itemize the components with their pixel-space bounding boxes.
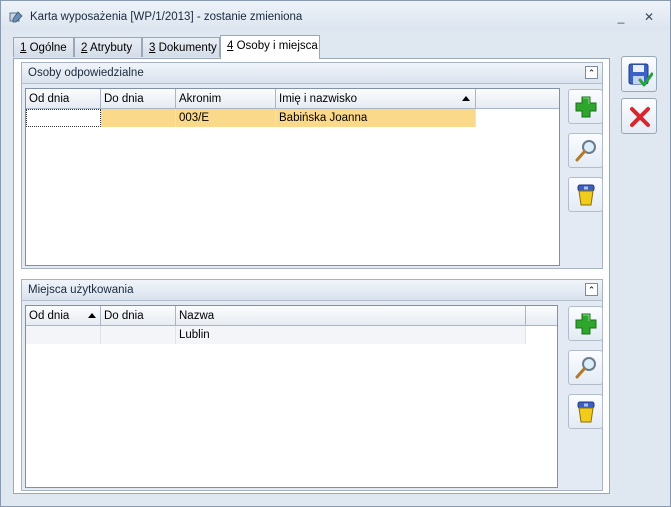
cancel-icon	[630, 107, 650, 127]
magnifier-icon	[575, 140, 596, 162]
tab-osoby-i-miejsca[interactable]: 4 Osoby i miejsca	[220, 35, 320, 59]
persons-group: Osoby odpowiedzialne ⌃ Od dnia Do dnia A…	[21, 62, 603, 269]
persons-group-header: Osoby odpowiedzialne ⌃	[22, 63, 602, 84]
places-group-title: Miejsca użytkowania	[28, 284, 134, 296]
plus-icon	[575, 313, 597, 335]
cancel-button[interactable]	[621, 98, 657, 134]
sort-ascending-icon	[462, 96, 470, 101]
persons-add-button[interactable]	[568, 89, 603, 124]
cell-nazwa[interactable]: Lublin	[176, 326, 526, 344]
cell-od-dnia[interactable]	[26, 109, 101, 127]
cell-do-dnia[interactable]	[101, 109, 176, 127]
cell-do-dnia[interactable]	[101, 326, 176, 344]
trash-icon	[577, 401, 595, 423]
table-row[interactable]: 003/E Babińska Joanna	[26, 109, 476, 127]
persons-col-imie-nazwisko[interactable]: Imię i nazwisko	[276, 89, 476, 109]
places-edit-button[interactable]	[568, 350, 603, 385]
places-col-nazwa[interactable]: Nazwa	[176, 306, 526, 326]
cell-akronim[interactable]: 003/E	[176, 109, 276, 127]
window-title: Karta wyposażenia [WP/1/2013] - zostanie…	[30, 11, 303, 23]
table-row[interactable]: Lublin	[26, 326, 526, 344]
places-collapse-button[interactable]: ⌃	[585, 283, 598, 296]
places-add-button[interactable]	[568, 306, 603, 341]
save-button[interactable]	[621, 56, 657, 92]
title-bar: Karta wyposażenia [WP/1/2013] - zostanie…	[1, 1, 670, 31]
cell-imie-nazwisko[interactable]: Babińska Joanna	[276, 109, 476, 127]
persons-edit-button[interactable]	[568, 133, 603, 168]
minimize-button[interactable]: _	[613, 10, 629, 24]
places-delete-button[interactable]	[568, 394, 603, 429]
persons-grid[interactable]: Od dnia Do dnia Akronim Imię i nazwisko …	[25, 88, 560, 266]
sort-ascending-icon	[88, 313, 96, 318]
persons-col-filler	[476, 89, 559, 109]
tab-content: Osoby odpowiedzialne ⌃ Od dnia Do dnia A…	[13, 58, 610, 494]
tab-dokumenty[interactable]: 3 Dokumenty	[142, 37, 220, 57]
plus-icon	[575, 96, 597, 118]
cell-od-dnia[interactable]	[26, 326, 101, 344]
places-grid[interactable]: Od dnia Do dnia Nazwa Lublin	[25, 305, 558, 488]
persons-delete-button[interactable]	[568, 177, 603, 212]
places-group-header: Miejsca użytkowania ⌃	[22, 280, 602, 301]
persons-col-do-dnia[interactable]: Do dnia	[101, 89, 176, 109]
places-col-filler	[526, 306, 557, 326]
tab-ogolne[interactable]: 1 Ogólne	[13, 37, 74, 57]
window: Karta wyposażenia [WP/1/2013] - zostanie…	[0, 0, 671, 507]
close-button[interactable]: ✕	[641, 10, 657, 24]
magnifier-icon	[575, 357, 596, 379]
places-col-do-dnia[interactable]: Do dnia	[101, 306, 176, 326]
save-icon	[628, 63, 653, 87]
places-group: Miejsca użytkowania ⌃ Od dnia Do dnia Na…	[21, 279, 603, 491]
persons-col-od-dnia[interactable]: Od dnia	[26, 89, 101, 109]
persons-col-akronim[interactable]: Akronim	[176, 89, 276, 109]
trash-icon	[577, 184, 595, 206]
app-icon	[9, 10, 23, 24]
tab-atrybuty[interactable]: 2 Atrybuty	[74, 37, 142, 57]
places-col-od-dnia[interactable]: Od dnia	[26, 306, 101, 326]
persons-group-title: Osoby odpowiedzialne	[28, 67, 144, 79]
persons-collapse-button[interactable]: ⌃	[585, 66, 598, 79]
